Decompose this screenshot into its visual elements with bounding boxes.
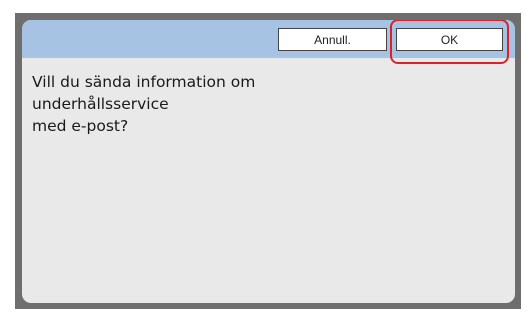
cancel-button[interactable]: Annull. — [278, 28, 387, 51]
device-screen: Annull. OK Vill du sända information om … — [15, 13, 521, 309]
ok-button[interactable]: OK — [396, 28, 503, 51]
message-line: med e-post? — [32, 117, 129, 135]
message-line: Vill du sända information om — [32, 73, 256, 91]
confirmation-dialog: Annull. OK Vill du sända information om … — [22, 20, 515, 303]
dialog-message: Vill du sända information om underhållss… — [32, 71, 255, 137]
message-line: underhållsservice — [32, 95, 169, 113]
dialog-header-bar: Annull. OK — [22, 20, 515, 64]
